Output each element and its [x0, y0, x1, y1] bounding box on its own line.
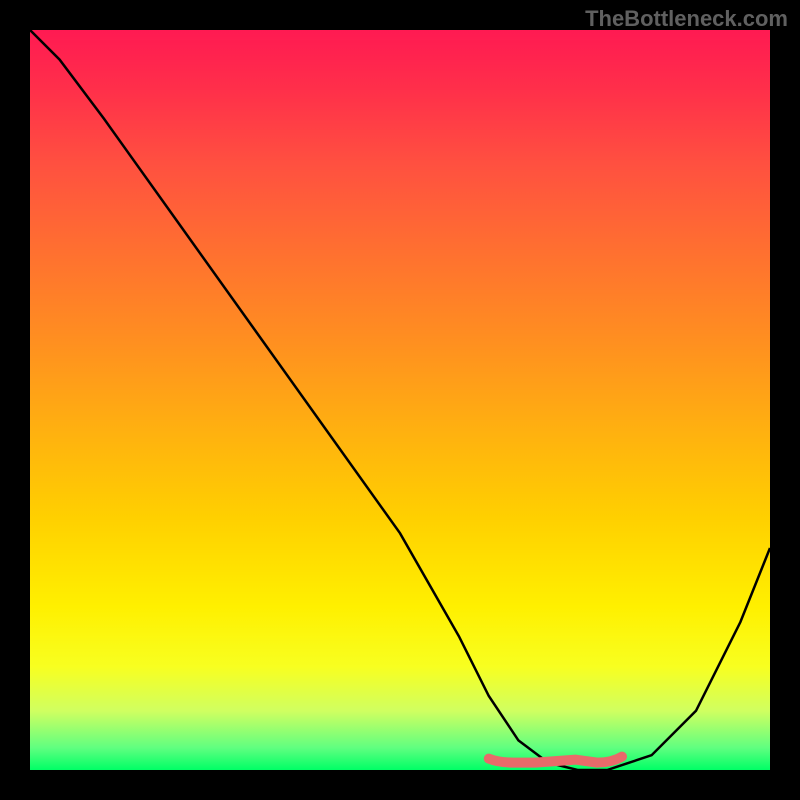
watermark-text: TheBottleneck.com	[585, 6, 788, 32]
optimal-band-marker	[489, 757, 622, 763]
chart-svg	[30, 30, 770, 770]
plot-area	[30, 30, 770, 770]
bottleneck-curve	[30, 30, 770, 770]
